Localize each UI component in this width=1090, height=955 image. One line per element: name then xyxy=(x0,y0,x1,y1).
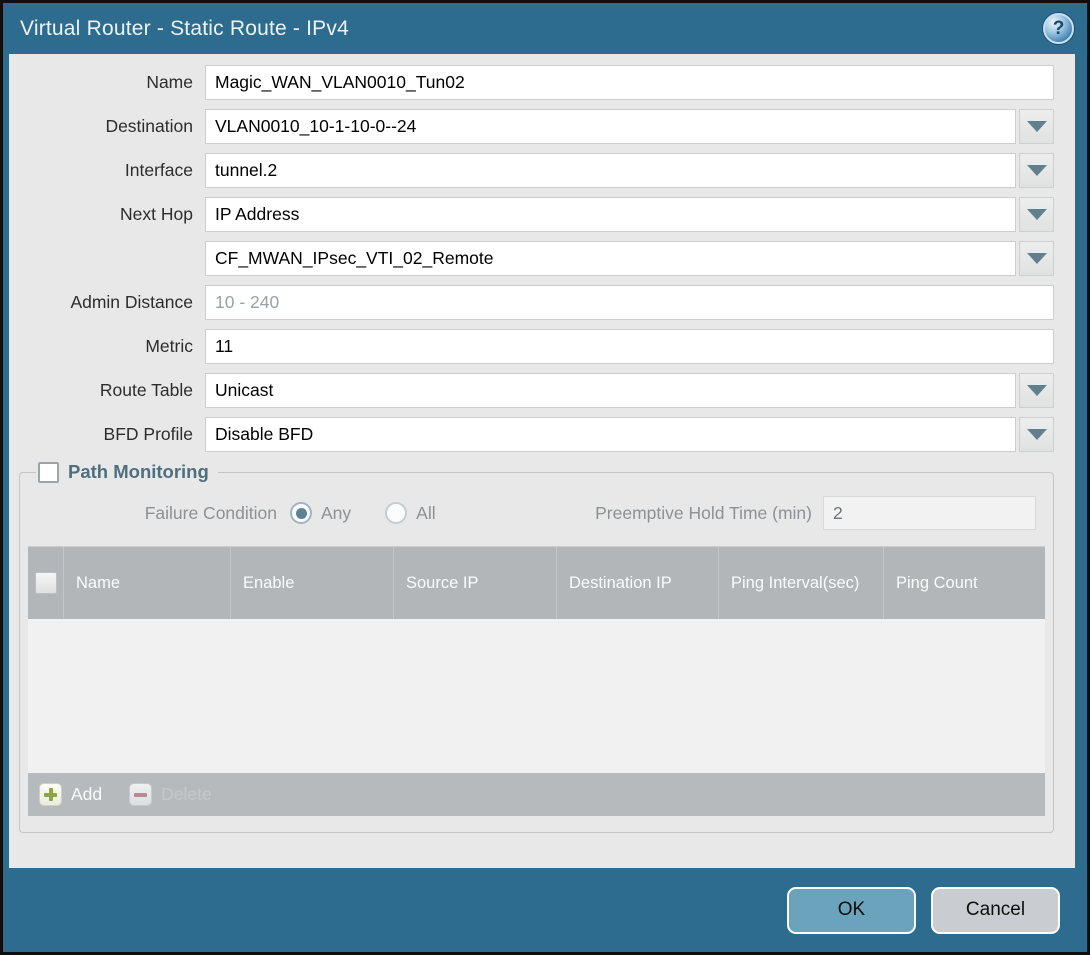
help-icon[interactable]: ? xyxy=(1043,13,1074,44)
destination-dropdown-button[interactable] xyxy=(1019,109,1054,144)
next-hop-type-input[interactable] xyxy=(205,197,1016,232)
column-header-enable: Enable xyxy=(231,547,394,619)
interface-label: Interface xyxy=(17,160,205,181)
next-hop-label: Next Hop xyxy=(17,204,205,225)
column-header-destination-ip: Destination IP xyxy=(557,547,719,619)
failure-condition-any-radio[interactable] xyxy=(290,502,312,524)
failure-condition-all-radio[interactable] xyxy=(385,502,407,524)
name-label: Name xyxy=(17,72,205,93)
dialog-body: Name Destination Interface xyxy=(9,54,1075,868)
preemptive-hold-time-label: Preemptive Hold Time (min) xyxy=(595,503,823,524)
column-header-ping-interval: Ping Interval(sec) xyxy=(719,547,884,619)
cancel-button[interactable]: Cancel xyxy=(931,887,1060,934)
virtual-router-static-route-dialog: Virtual Router - Static Route - IPv4 ? N… xyxy=(0,0,1090,955)
form-row-name: Name xyxy=(17,65,1054,100)
path-monitoring-title: Path Monitoring xyxy=(68,461,209,483)
metric-input[interactable] xyxy=(205,329,1054,364)
form-row-next-hop: Next Hop xyxy=(17,197,1054,232)
path-monitoring-table: Name Enable Source IP Destination IP Pin… xyxy=(28,546,1045,816)
bfd-profile-dropdown-button[interactable] xyxy=(1019,417,1054,452)
interface-dropdown-button[interactable] xyxy=(1019,153,1054,188)
path-monitoring-legend: Path Monitoring xyxy=(36,461,218,483)
add-button[interactable]: Add xyxy=(39,783,102,806)
table-toolbar: Add Delete xyxy=(28,773,1045,816)
admin-distance-label: Admin Distance xyxy=(17,292,205,313)
delete-button-label: Delete xyxy=(161,784,212,805)
metric-label: Metric xyxy=(17,336,205,357)
select-all-checkbox[interactable] xyxy=(35,572,57,594)
failure-condition-label: Failure Condition xyxy=(28,503,290,524)
bfd-profile-label: BFD Profile xyxy=(17,424,205,445)
chevron-down-icon xyxy=(1027,209,1047,220)
name-input[interactable] xyxy=(205,65,1054,100)
next-hop-type-dropdown-button[interactable] xyxy=(1019,197,1054,232)
route-table-input[interactable] xyxy=(205,373,1016,408)
admin-distance-input[interactable] xyxy=(205,285,1054,320)
form-row-metric: Metric xyxy=(17,329,1054,364)
dialog-footer: OK Cancel xyxy=(3,868,1087,952)
failure-condition-row: Failure Condition Any All Preemptive Hol… xyxy=(28,496,1045,530)
interface-input[interactable] xyxy=(205,153,1016,188)
form-row-interface: Interface xyxy=(17,153,1054,188)
path-monitoring-section: Path Monitoring Failure Condition Any Al… xyxy=(19,461,1054,833)
minus-icon xyxy=(129,783,152,806)
column-header-source-ip: Source IP xyxy=(394,547,557,619)
add-button-label: Add xyxy=(71,784,102,805)
table-body-empty xyxy=(28,619,1045,773)
route-table-dropdown-button[interactable] xyxy=(1019,373,1054,408)
next-hop-address-input[interactable] xyxy=(205,241,1016,276)
chevron-down-icon xyxy=(1027,253,1047,264)
form-row-route-table: Route Table xyxy=(17,373,1054,408)
form-row-admin-distance: Admin Distance xyxy=(17,285,1054,320)
preemptive-hold-time-input[interactable] xyxy=(823,496,1036,530)
chevron-down-icon xyxy=(1027,385,1047,396)
form-row-destination: Destination xyxy=(17,109,1054,144)
plus-icon xyxy=(39,783,62,806)
form-row-bfd-profile: BFD Profile xyxy=(17,417,1054,452)
chevron-down-icon xyxy=(1027,121,1047,132)
destination-label: Destination xyxy=(17,116,205,137)
form-row-next-hop-address xyxy=(17,241,1054,276)
failure-condition-any-label: Any xyxy=(321,503,351,524)
dialog-title: Virtual Router - Static Route - IPv4 xyxy=(20,17,1043,41)
chevron-down-icon xyxy=(1027,429,1047,440)
bfd-profile-input[interactable] xyxy=(205,417,1016,452)
table-header-row: Name Enable Source IP Destination IP Pin… xyxy=(28,547,1045,619)
failure-condition-all-label: All xyxy=(416,503,435,524)
table-header-checkbox-cell xyxy=(28,547,64,619)
destination-input[interactable] xyxy=(205,109,1016,144)
column-header-name: Name xyxy=(64,547,231,619)
dialog-titlebar: Virtual Router - Static Route - IPv4 ? xyxy=(3,3,1087,54)
path-monitoring-checkbox[interactable] xyxy=(38,462,59,483)
route-table-label: Route Table xyxy=(17,380,205,401)
chevron-down-icon xyxy=(1027,165,1047,176)
column-header-ping-count: Ping Count xyxy=(884,547,1045,619)
ok-button[interactable]: OK xyxy=(787,887,916,934)
next-hop-address-dropdown-button[interactable] xyxy=(1019,241,1054,276)
delete-button[interactable]: Delete xyxy=(129,783,212,806)
